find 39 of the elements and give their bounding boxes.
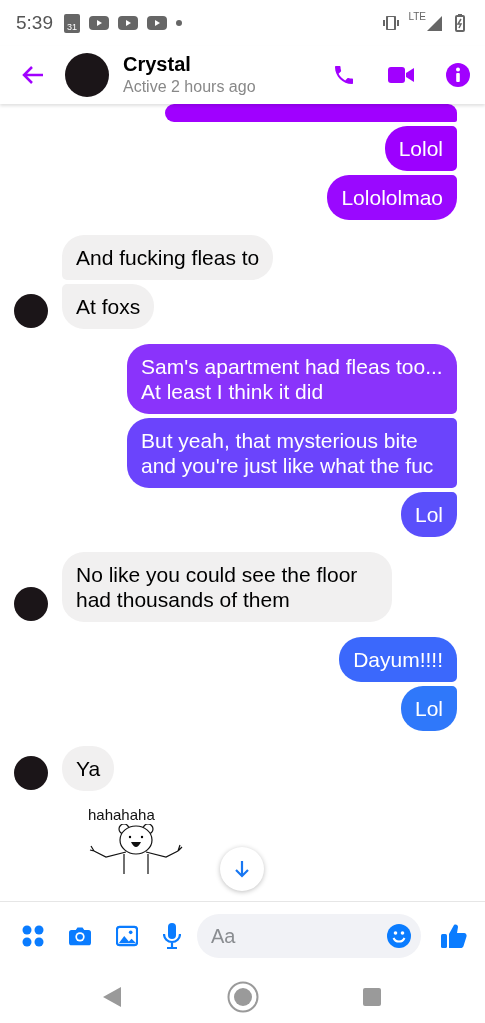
battery-charging-icon bbox=[455, 14, 465, 32]
back-icon[interactable] bbox=[22, 65, 44, 85]
vibrate-icon bbox=[383, 16, 400, 30]
received-message: At foxs bbox=[62, 284, 155, 329]
scroll-down-button[interactable] bbox=[220, 847, 264, 891]
sent-message: Lol bbox=[400, 686, 457, 731]
signal-icon bbox=[427, 15, 442, 31]
image-icon[interactable] bbox=[116, 925, 138, 947]
video-notification-icon bbox=[89, 16, 109, 30]
sent-message: But yeah, that mysterious bite and you're just like what the fuc bbox=[127, 418, 457, 488]
sent-message: Dayum!!!! bbox=[339, 637, 457, 682]
sticker-caption: hahahaha bbox=[88, 806, 155, 824]
clock: 5:39 bbox=[16, 12, 53, 34]
sent-message: Lol bbox=[400, 492, 457, 537]
recent-apps-icon[interactable] bbox=[363, 987, 381, 1006]
sent-message: Lolol bbox=[384, 126, 457, 171]
microphone-icon[interactable] bbox=[163, 923, 181, 949]
received-message: Ya bbox=[62, 746, 115, 791]
received-message: And fucking fleas to bbox=[62, 235, 274, 280]
network-type: LTE bbox=[408, 11, 426, 22]
message-input-field[interactable]: Aa bbox=[197, 914, 421, 958]
arrow-down-icon bbox=[234, 860, 250, 878]
contact-avatar[interactable] bbox=[65, 53, 109, 97]
calendar-icon: 31 bbox=[64, 13, 80, 33]
sent-message: Lolololmao bbox=[327, 175, 457, 220]
info-icon[interactable] bbox=[445, 63, 471, 87]
active-status: Active 2 hours ago bbox=[123, 77, 257, 97]
thumbs-up-icon[interactable] bbox=[441, 923, 467, 949]
more-notifications-icon bbox=[176, 20, 182, 26]
more-apps-icon[interactable] bbox=[22, 925, 44, 947]
video-notification-icon bbox=[118, 16, 138, 30]
contact-name: Crystal bbox=[123, 52, 192, 76]
home-navigation-icon[interactable] bbox=[226, 980, 259, 1013]
back-navigation-icon[interactable] bbox=[102, 985, 122, 1008]
received-message: No like you could see the floor had thousands of them bbox=[62, 552, 392, 622]
video-notification-icon bbox=[147, 16, 167, 30]
emoji-icon[interactable] bbox=[387, 924, 411, 948]
camera-icon[interactable] bbox=[69, 925, 91, 947]
sent-message: Sam's apartment had fleas too... At least I think it did bbox=[127, 344, 457, 414]
